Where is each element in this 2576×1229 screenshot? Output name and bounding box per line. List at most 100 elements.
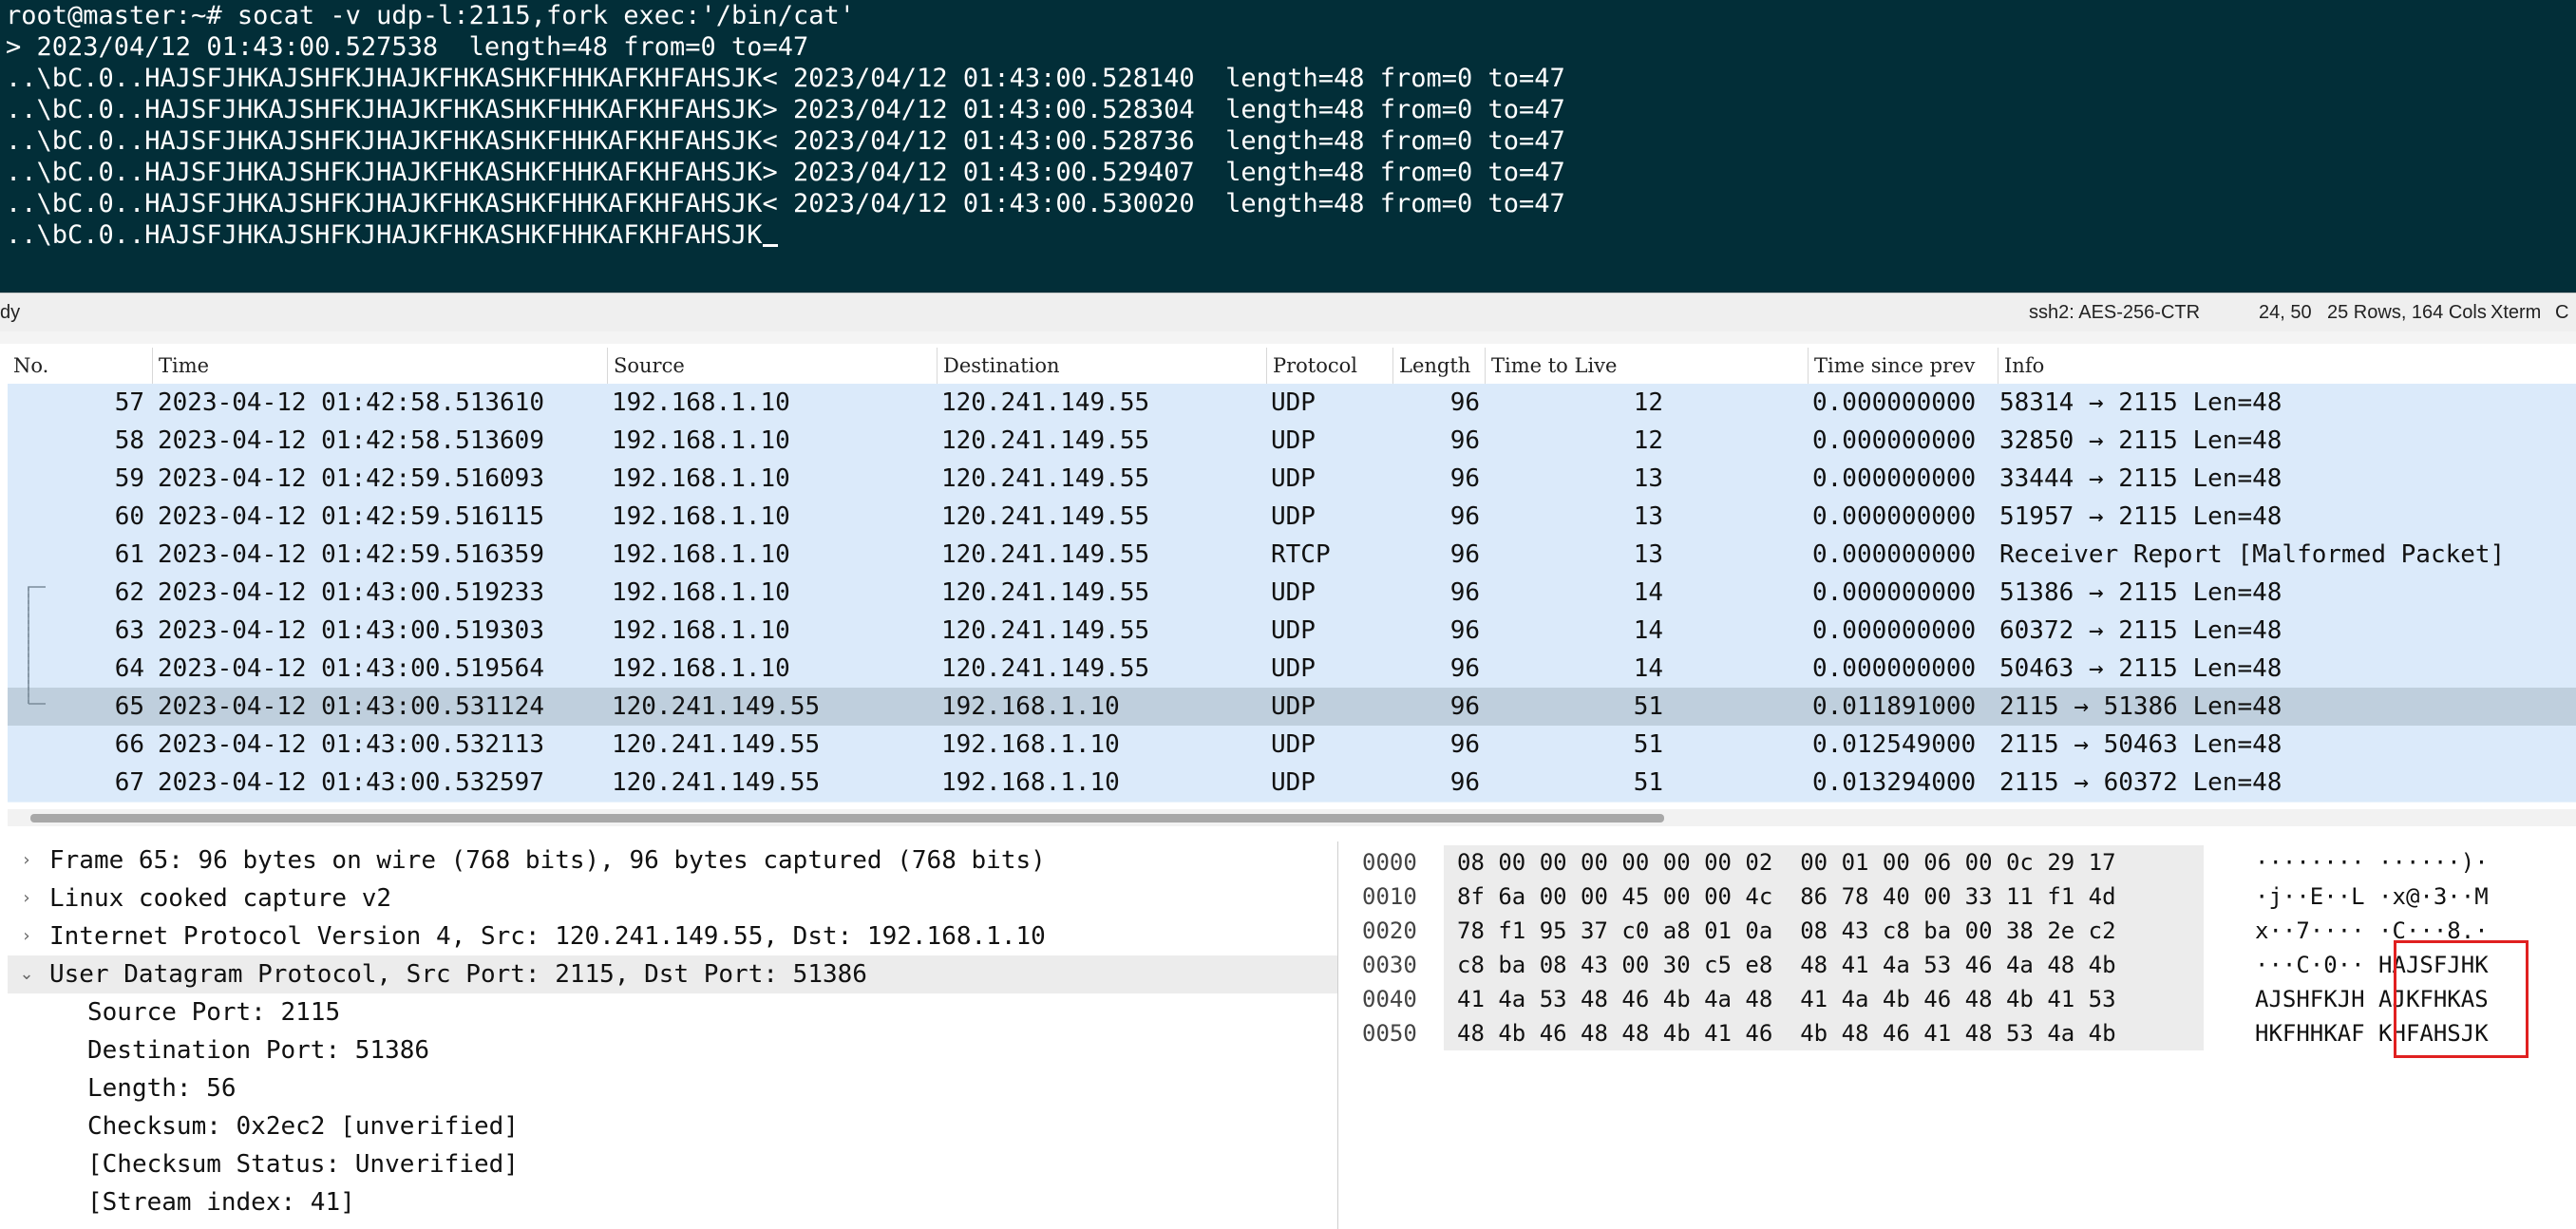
tree-node[interactable]: › Linux cooked capture v2 — [8, 879, 1337, 917]
cell-time: 2023-04-12 01:42:58.513609 — [158, 426, 544, 455]
hex-offset[interactable]: 0050 — [1362, 1016, 1417, 1050]
tree-leaf[interactable]: Length: 56 — [8, 1069, 1337, 1107]
cell-info: 58314 → 2115 Len=48 — [1999, 388, 2282, 417]
cell-time: 2023-04-12 01:42:58.513610 — [158, 388, 544, 417]
packet-row[interactable]: 59 2023-04-12 01:42:59.516093 192.168.1.10… — [8, 460, 2576, 499]
cell-time: 2023-04-12 01:43:00.519303 — [158, 616, 544, 645]
cell-protocol: UDP — [1271, 616, 1316, 645]
packet-row[interactable]: 67 2023-04-12 01:43:00.532597 120.241.149.… — [8, 764, 2576, 803]
cell-source: 192.168.1.10 — [612, 502, 790, 531]
cell-destination: 120.241.149.55 — [941, 426, 1150, 455]
hex-ascii[interactable]: ···C·0·· HAJSFJHK — [2255, 948, 2489, 982]
packet-row[interactable]: 61 2023-04-12 01:42:59.516359 192.168.1.10… — [8, 536, 2576, 575]
chevron-right-icon[interactable]: › — [15, 841, 38, 879]
cell-length: 96 — [1449, 578, 1480, 607]
cell-source: 120.241.149.55 — [612, 730, 821, 759]
tree-leaf[interactable]: [Stream index: 41] — [8, 1183, 1337, 1221]
hex-bytes[interactable]: 08 00 00 00 00 00 00 02 00 01 00 06 00 0… — [1444, 845, 2204, 879]
status-terminal-type: Xterm — [2491, 302, 2542, 323]
tree-leaf[interactable]: Destination Port: 51386 — [8, 1031, 1337, 1069]
cell-source: 192.168.1.10 — [612, 654, 790, 683]
cell-protocol: UDP — [1271, 464, 1316, 493]
cell-time: 2023-04-12 01:43:00.531124 — [158, 692, 544, 721]
terminal-line: root@master:~# socat -v udp-l:2115,fork … — [6, 1, 856, 30]
terminal-prompt-line[interactable]: ..\bC.0..HAJSFJHKAJSHFKJHAJKFHKASHKFHHKA… — [6, 219, 778, 251]
cell-length: 96 — [1449, 616, 1480, 645]
packet-row[interactable]: 65 2023-04-12 01:43:00.531124 120.241.149.… — [8, 688, 2576, 727]
display-filter-bar[interactable] — [0, 331, 2576, 344]
column-header-ttl[interactable]: Time to Live — [1485, 348, 1808, 384]
tree-label: Internet Protocol Version 4, Src: 120.24… — [49, 922, 1046, 951]
column-header-info[interactable]: Info — [1998, 348, 2576, 384]
hex-offset[interactable]: 0020 — [1362, 914, 1417, 948]
hex-offset[interactable]: 0040 — [1362, 982, 1417, 1016]
cell-time-since-prev: 0.013294000 — [1812, 768, 1977, 797]
hex-offset[interactable]: 0010 — [1362, 879, 1417, 914]
cell-destination: 192.168.1.10 — [941, 692, 1120, 721]
packet-row[interactable]: 66 2023-04-12 01:43:00.532113 120.241.149.… — [8, 726, 2576, 765]
tree-leaf[interactable]: Source Port: 2115 — [8, 993, 1337, 1031]
hex-bytes[interactable]: 8f 6a 00 00 45 00 00 4c 86 78 40 00 33 1… — [1444, 879, 2204, 914]
cell-time: 2023-04-12 01:43:00.532113 — [158, 730, 544, 759]
tree-label: [Stream index: 41] — [87, 1188, 355, 1217]
tree-leaf[interactable]: [Checksum Status: Unverified] — [8, 1145, 1337, 1183]
cell-time: 2023-04-12 01:42:59.516359 — [158, 540, 544, 569]
hex-ascii[interactable]: x··7···· ·C···8.· — [2255, 914, 2489, 948]
packet-row[interactable]: 62 2023-04-12 01:43:00.519233 192.168.1.10… — [8, 574, 2576, 613]
column-header-time[interactable]: Time — [152, 348, 607, 384]
cell-time: 2023-04-12 01:43:00.532597 — [158, 768, 544, 797]
packet-row[interactable]: 57 2023-04-12 01:42:58.513610 192.168.1.10… — [8, 384, 2576, 423]
cell-info: 2115 → 51386 Len=48 — [1999, 692, 2282, 721]
hex-ascii[interactable]: ········ ······)· — [2255, 845, 2489, 879]
hex-bytes[interactable]: c8 ba 08 43 00 30 c5 e8 48 41 4a 53 46 4… — [1444, 948, 2204, 982]
terminal-line-text: ..\bC.0..HAJSFJHKAJSHFKJHAJKFHKASHKFHHKA… — [6, 220, 763, 250]
chevron-down-icon[interactable]: ⌄ — [15, 955, 38, 993]
hex-offset[interactable]: 0000 — [1362, 845, 1417, 879]
packet-list-horizontal-scrollbar[interactable] — [8, 809, 2576, 826]
chevron-right-icon[interactable]: › — [15, 879, 38, 917]
cell-protocol: UDP — [1271, 426, 1316, 455]
hex-bytes[interactable]: 41 4a 53 48 46 4b 4a 48 41 4a 4b 46 48 4… — [1444, 982, 2204, 1016]
cell-info: 2115 → 60372 Len=48 — [1999, 768, 2282, 797]
tree-leaf[interactable]: Checksum: 0x2ec2 [unverified] — [8, 1107, 1337, 1145]
column-header-time-since-prev[interactable]: Time since prev — [1808, 348, 1998, 384]
column-header-source[interactable]: Source — [607, 348, 937, 384]
cell-ttl: 51 — [1633, 730, 1663, 759]
cell-source: 192.168.1.10 — [612, 540, 790, 569]
tree-node[interactable]: › Internet Protocol Version 4, Src: 120.2… — [8, 917, 1337, 955]
terminal-window[interactable]: root@master:~# socat -v udp-l:2115,fork … — [0, 0, 2576, 293]
conversation-bracket-icon — [28, 586, 46, 705]
cell-protocol: UDP — [1271, 730, 1316, 759]
hex-bytes[interactable]: 48 4b 46 48 48 4b 41 46 4b 48 46 41 48 5… — [1444, 1016, 2204, 1050]
hex-ascii[interactable]: ·j··E··L ·x@·3··M — [2255, 879, 2489, 914]
tree-node[interactable]: ⌄ User Datagram Protocol, Src Port: 2115,… — [8, 955, 1337, 993]
cell-length: 96 — [1449, 692, 1480, 721]
hex-ascii[interactable]: AJSHFKJH AJKFHKAS — [2255, 982, 2489, 1016]
cell-destination: 192.168.1.10 — [941, 730, 1120, 759]
status-cipher: ssh2: AES-256-CTR — [2029, 302, 2201, 323]
packet-row[interactable]: 64 2023-04-12 01:43:00.519564 192.168.1.10… — [8, 650, 2576, 689]
column-header-destination[interactable]: Destination — [937, 348, 1266, 384]
packet-row[interactable]: 63 2023-04-12 01:43:00.519303 192.168.1.10… — [8, 612, 2576, 651]
packet-row[interactable]: 58 2023-04-12 01:42:58.513609 192.168.1.10… — [8, 422, 2576, 461]
tree-node[interactable]: › Frame 65: 96 bytes on wire (768 bits), … — [8, 841, 1337, 879]
hex-bytes[interactable]: 78 f1 95 37 c0 a8 01 0a 08 43 c8 ba 00 3… — [1444, 914, 2204, 948]
packet-row[interactable]: 60 2023-04-12 01:42:59.516115 192.168.1.10… — [8, 498, 2576, 537]
cell-destination: 120.241.149.55 — [941, 616, 1150, 645]
cell-destination: 120.241.149.55 — [941, 502, 1150, 531]
packet-bytes-pane[interactable]: 0000 08 00 00 00 00 00 00 02 00 01 00 06 … — [1349, 841, 2576, 1229]
packet-details-tree[interactable]: › Frame 65: 96 bytes on wire (768 bits), … — [8, 841, 1338, 1229]
hex-offset[interactable]: 0030 — [1362, 948, 1417, 982]
cell-protocol: UDP — [1271, 502, 1316, 531]
chevron-right-icon[interactable]: › — [15, 917, 38, 955]
hex-ascii[interactable]: HKFHHKAF KHFAHSJK — [2255, 1016, 2489, 1050]
scrollbar-thumb[interactable] — [30, 814, 1664, 822]
cell-time-since-prev: 0.000000000 — [1812, 426, 1977, 455]
cell-time-since-prev: 0.011891000 — [1812, 692, 1977, 721]
column-header-protocol[interactable]: Protocol — [1266, 348, 1392, 384]
packet-list[interactable]: No. Time Source Destination Protocol Len… — [8, 348, 2576, 804]
cell-source: 192.168.1.10 — [612, 426, 790, 455]
cell-length: 96 — [1449, 426, 1480, 455]
column-header-length[interactable]: Length — [1392, 348, 1485, 384]
cell-destination: 192.168.1.10 — [941, 768, 1120, 797]
